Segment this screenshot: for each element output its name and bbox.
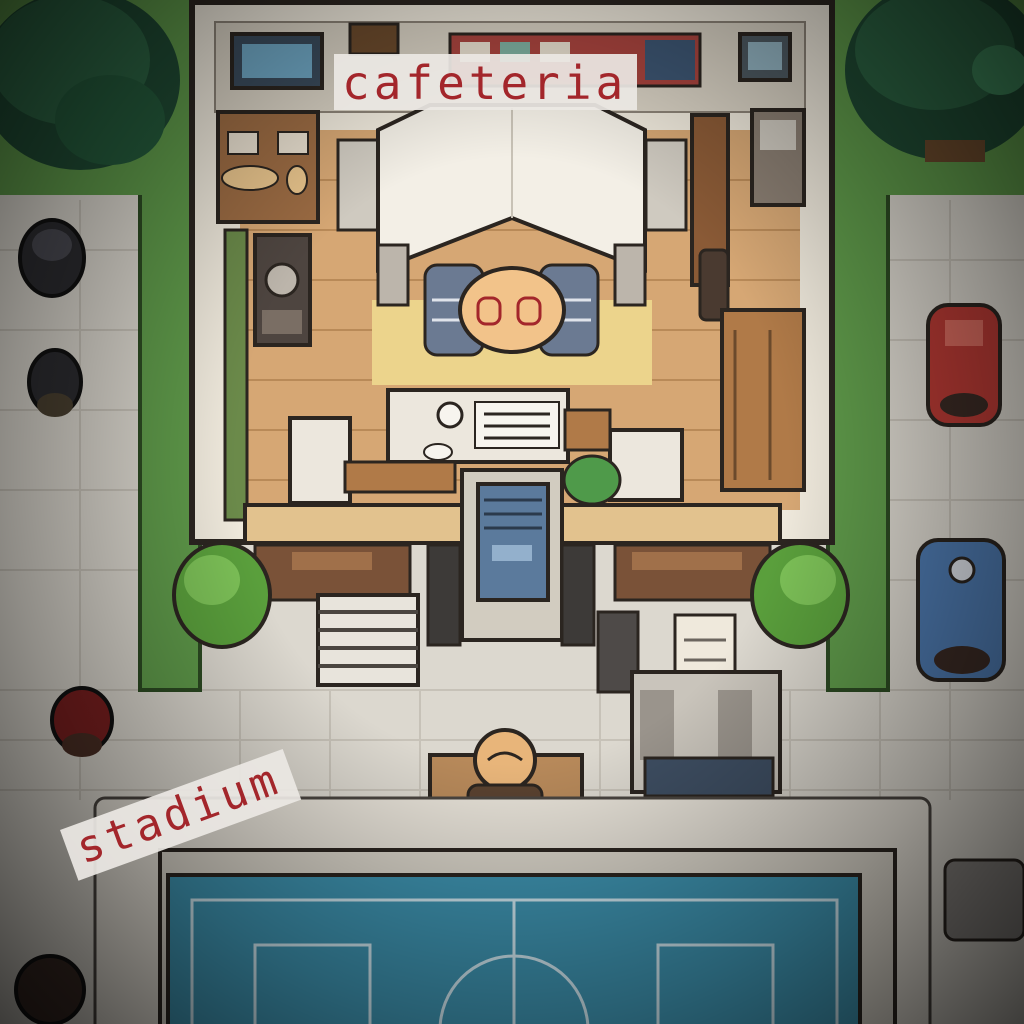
table-icon — [423, 263, 600, 357]
tree-icon — [0, 0, 180, 170]
trash-bin-icon[interactable] — [916, 538, 1006, 682]
stove-appliance — [253, 233, 312, 347]
bush-icon — [172, 541, 272, 649]
npc-icon[interactable] — [27, 348, 83, 417]
game-map — [0, 0, 1024, 1024]
left-wall-trim — [223, 228, 249, 522]
shelf-object — [348, 22, 400, 56]
bush-icon — [562, 454, 622, 506]
tv-screen-icon — [738, 32, 792, 82]
bush-icon — [750, 541, 850, 649]
stairs-icon[interactable] — [316, 593, 420, 687]
kitchen-cabinet — [216, 110, 320, 224]
npc-icon[interactable] — [14, 954, 86, 1024]
tv-screen-icon — [230, 32, 324, 90]
trash-bin-icon[interactable] — [926, 303, 1002, 427]
cafeteria-label: cafeteria — [334, 54, 638, 110]
bench-object — [943, 858, 1024, 942]
door-icon[interactable] — [460, 468, 564, 642]
npc-icon[interactable] — [18, 218, 86, 298]
